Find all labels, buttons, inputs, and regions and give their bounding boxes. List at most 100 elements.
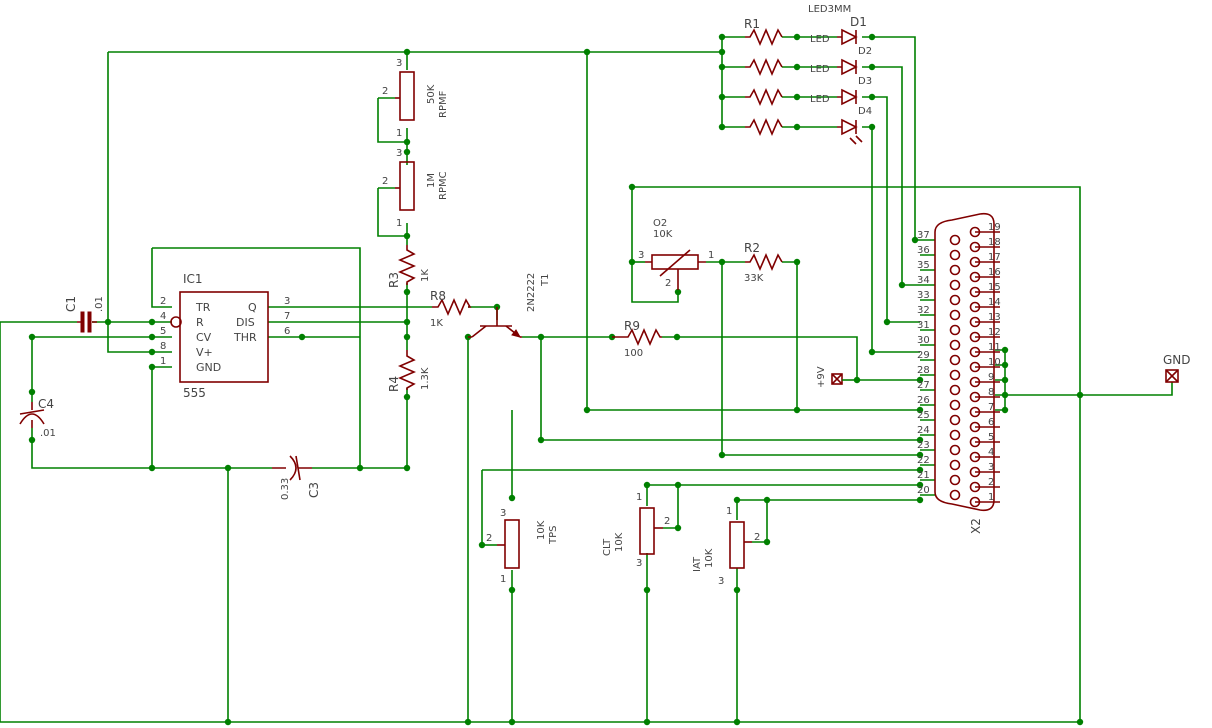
r4-ref: R4 (387, 376, 401, 392)
transistor-t1: 2N2222 T1 (468, 273, 551, 338)
r2-value: 33K (744, 273, 764, 284)
supply-9v-label: +9V (816, 366, 827, 388)
r1-ref: R1 (744, 17, 760, 31)
resistor-r4: R4 1.3K (387, 350, 431, 392)
pot-pin-num: 1 (500, 574, 506, 585)
connector-pin-num: 15 (988, 282, 1001, 293)
d2-ref: D2 (858, 46, 872, 57)
connector-pin-num: 32 (917, 305, 930, 316)
rpmf-ref: RPMF (438, 90, 449, 118)
connector-x2: 373635343332313029282726252423222120 191… (917, 212, 1001, 534)
pot-pin-num: 2 (664, 516, 670, 527)
rpmc-ref: RPMC (438, 171, 449, 200)
resistor-r9: R9 100 (612, 319, 662, 359)
connector-pin-num: 21 (917, 470, 930, 481)
r8-ref: R8 (430, 289, 446, 303)
r8-value: 1K (430, 318, 443, 329)
connector-hole (949, 384, 961, 396)
connector-pin-num: 34 (917, 275, 930, 286)
d1-ref: D1 (850, 15, 867, 29)
iat-ref: IAT (692, 556, 703, 572)
led-part-label: LED3MM (808, 4, 851, 15)
tps-value: 10K (536, 520, 547, 540)
rpmc-value: 1M (426, 173, 437, 188)
schematic-svg: IC1 555 TR R CV V+ GND Q DIS THR 2 4 5 8… (0, 4, 1191, 726)
connector-hole (949, 474, 961, 486)
r9-value: 100 (624, 348, 643, 359)
connector-pin-num: 2 (988, 477, 994, 488)
connector-pin-num: 18 (988, 237, 1001, 248)
connector-pin-num: 10 (988, 357, 1001, 368)
ic-pin-num: 4 (160, 311, 166, 322)
connector-pin-num: 7 (988, 402, 994, 413)
clt-ref: CLT (602, 538, 613, 556)
d4-ref: D4 (858, 106, 872, 117)
connector-hole (949, 249, 961, 261)
ic-pin-label-thr: THR (233, 331, 257, 344)
ic-pin-num: 6 (284, 326, 290, 337)
ic1-ref: IC1 (183, 272, 203, 286)
connector-pin-num: 17 (988, 252, 1001, 263)
connector-pin-num: 8 (988, 387, 994, 398)
connector-pin-num: 12 (988, 327, 1001, 338)
r3-value: 1K (420, 269, 431, 282)
ic-pin-label-vplus: V+ (196, 346, 213, 359)
connector-pin-num: 5 (988, 432, 994, 443)
pot-tps: 3 2 1 10K TPS (486, 508, 559, 585)
connector-hole (949, 339, 961, 351)
rpmf-value: 50K (426, 84, 437, 104)
pot-pin-num: 2 (382, 86, 388, 97)
connector-pin-num: 14 (988, 297, 1001, 308)
c4-value: .01 (40, 428, 56, 439)
connector-hole (949, 399, 961, 411)
ic-pin-label-cv: CV (196, 331, 212, 344)
pot-pin-num: 1 (396, 128, 402, 139)
connector-pin-num: 3 (988, 462, 994, 473)
resistor-r2: R2 33K (744, 241, 783, 284)
connector-pin-num: 30 (917, 335, 930, 346)
connector-pin-num: 4 (988, 447, 994, 458)
pot-pin-num: 3 (718, 576, 724, 587)
connector-left-pins: 37 36 35 34 33 32 31 30 29 28 27 26 25 24 23 22 21 20 (917, 230, 930, 496)
pot-clt: 1 2 3 10K CLT (602, 492, 670, 569)
connector-pin-num: 24 (917, 425, 930, 436)
connector-pin-num: 1 (988, 492, 994, 503)
connector-hole (949, 444, 961, 456)
connector-hole (949, 324, 961, 336)
capacitor-c1: C1 .01 (64, 296, 105, 333)
connector-hole (949, 234, 961, 246)
led-code: LED (810, 94, 830, 105)
connector-pin-num: 16 (988, 267, 1001, 278)
pot-pin-num: 3 (638, 250, 644, 261)
ic-pin-label-q: Q (248, 301, 257, 314)
pot-pin-num: 2 (665, 278, 671, 289)
gnd-label: GND (1163, 353, 1191, 367)
pot-pin-num: 2 (486, 533, 492, 544)
connector-pin-num: 33 (917, 290, 930, 301)
connector-pin-num: 6 (988, 417, 994, 428)
connector-hole (949, 279, 961, 291)
connector-pin-num: 26 (917, 395, 930, 406)
pot-pin-num: 3 (396, 148, 402, 159)
pot-pin-num: 2 (382, 176, 388, 187)
capacitor-c3: C3 0.33 (272, 455, 321, 500)
pot-pin-num: 1 (708, 250, 714, 261)
pot-pin-num: 1 (726, 506, 732, 517)
connector-pin-num: 37 (917, 230, 930, 241)
ic-pin-num: 2 (160, 296, 166, 307)
led-code: LED (810, 34, 830, 45)
led-code: LED (810, 64, 830, 75)
gnd-terminal: GND (1163, 353, 1191, 383)
connector-pin-num: 29 (917, 350, 930, 361)
c4-ref: C4 (38, 397, 54, 411)
ic-pin-label-tr: TR (195, 301, 211, 314)
ic-pin-num: 1 (160, 356, 166, 367)
wires (0, 36, 1173, 723)
c3-ref: C3 (307, 482, 321, 498)
connector-hole (949, 429, 961, 441)
connector-hole (949, 294, 961, 306)
pot-pin-num: 3 (636, 558, 642, 569)
r4-value: 1.3K (420, 367, 431, 390)
connector-pin-num: 28 (917, 365, 930, 376)
ic-pin-label-r: R (196, 316, 204, 329)
